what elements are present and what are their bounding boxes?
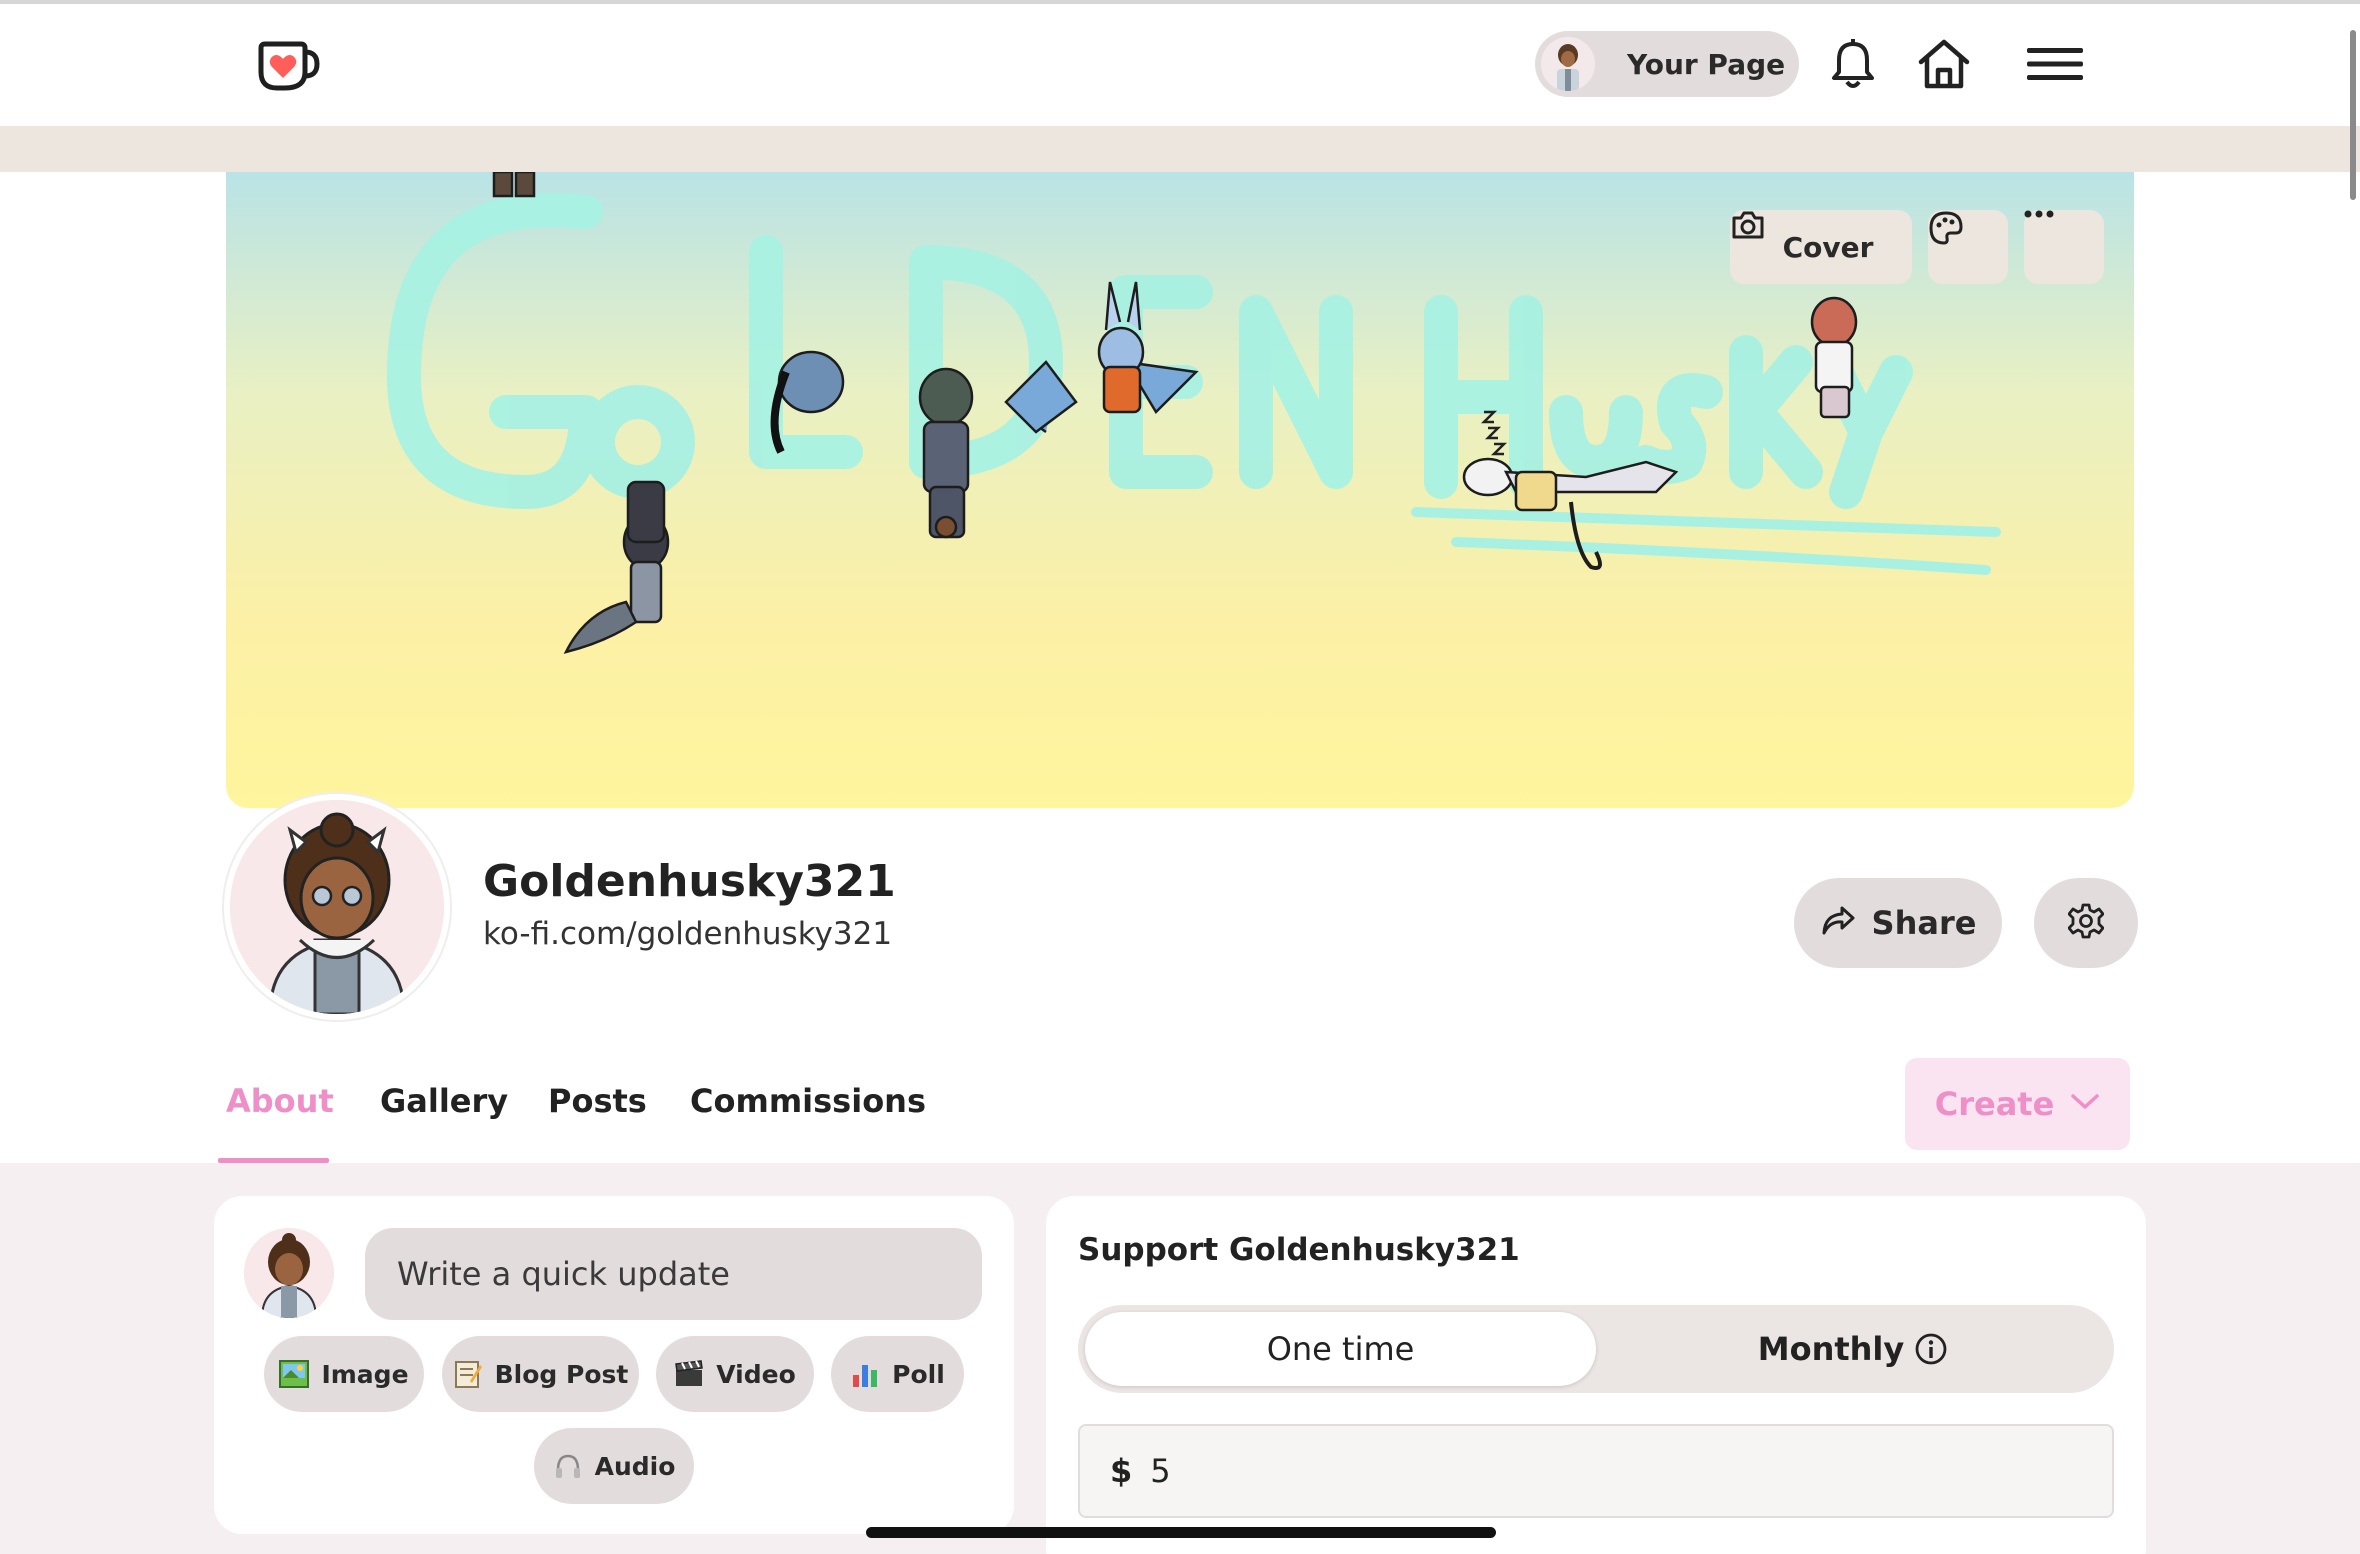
image-label: Image bbox=[321, 1359, 409, 1389]
home-icon[interactable] bbox=[1914, 34, 1974, 94]
tab-about[interactable]: About bbox=[226, 1082, 334, 1120]
profile-url[interactable]: ko-fi.com/goldenhusky321 bbox=[483, 916, 892, 952]
cover-top-band bbox=[0, 126, 2360, 172]
gear-icon bbox=[2067, 903, 2105, 943]
audio-label: Audio bbox=[594, 1451, 676, 1481]
home-indicator-bar[interactable] bbox=[866, 1527, 1496, 1538]
top-navigation-bar: Your Page bbox=[0, 4, 2360, 126]
notifications-bell-icon[interactable] bbox=[1823, 34, 1883, 94]
amount-value: 5 bbox=[1150, 1452, 1171, 1490]
add-poll-button[interactable]: Poll bbox=[831, 1336, 964, 1412]
amount-input[interactable]: $ 5 bbox=[1078, 1424, 2114, 1518]
add-image-button[interactable]: Image bbox=[264, 1336, 424, 1412]
tab-posts[interactable]: Posts bbox=[548, 1082, 647, 1120]
memo-icon bbox=[453, 1359, 483, 1389]
monthly-label: Monthly bbox=[1757, 1330, 1905, 1368]
blog-post-label: Blog Post bbox=[494, 1359, 629, 1389]
clapper-icon bbox=[674, 1359, 704, 1389]
support-title: Support Goldenhusky321 bbox=[1078, 1232, 1520, 1268]
add-video-button[interactable]: Video bbox=[656, 1336, 814, 1412]
add-blog-post-button[interactable]: Blog Post bbox=[442, 1336, 639, 1412]
your-page-button[interactable]: Your Page bbox=[1535, 31, 1799, 97]
theme-palette-button[interactable] bbox=[1928, 210, 2008, 284]
more-options-button[interactable] bbox=[2024, 210, 2104, 284]
change-cover-button[interactable]: Cover bbox=[1730, 210, 1912, 284]
cover-image: Cover bbox=[226, 172, 2134, 808]
composer-avatar bbox=[244, 1228, 334, 1318]
tab-gallery[interactable]: Gallery bbox=[380, 1082, 508, 1120]
tab-commissions[interactable]: Commissions bbox=[690, 1082, 926, 1120]
info-icon[interactable] bbox=[1914, 1332, 1948, 1366]
share-button[interactable]: Share bbox=[1794, 878, 2002, 968]
picture-icon bbox=[279, 1359, 310, 1389]
kofi-cup-logo-icon[interactable] bbox=[255, 38, 321, 94]
user-avatar bbox=[1541, 37, 1595, 91]
one-time-option[interactable]: One time bbox=[1085, 1312, 1596, 1386]
monthly-option[interactable]: Monthly bbox=[1598, 1312, 2108, 1386]
profile-name: Goldenhusky321 bbox=[483, 856, 896, 907]
add-audio-button[interactable]: Audio bbox=[534, 1428, 694, 1504]
page-settings-button[interactable] bbox=[2034, 878, 2138, 968]
quick-update-input[interactable]: Write a quick update bbox=[365, 1228, 982, 1320]
currency-symbol: $ bbox=[1110, 1452, 1133, 1490]
create-button[interactable]: Create bbox=[1905, 1058, 2130, 1150]
create-label: Create bbox=[1934, 1085, 2055, 1123]
video-label: Video bbox=[716, 1359, 796, 1389]
scrollbar-thumb[interactable] bbox=[2350, 30, 2356, 200]
headphones-icon bbox=[553, 1451, 583, 1481]
share-label: Share bbox=[1871, 904, 1977, 942]
share-arrow-icon bbox=[1820, 905, 1856, 941]
profile-avatar[interactable] bbox=[224, 794, 450, 1020]
hamburger-menu-icon[interactable] bbox=[2024, 34, 2086, 94]
poll-label: Poll bbox=[892, 1359, 945, 1389]
chevron-down-icon bbox=[2070, 1093, 2100, 1115]
bar-chart-icon bbox=[850, 1359, 880, 1389]
your-page-label: Your Page bbox=[1627, 47, 1786, 81]
cover-button-label: Cover bbox=[1782, 230, 1874, 264]
